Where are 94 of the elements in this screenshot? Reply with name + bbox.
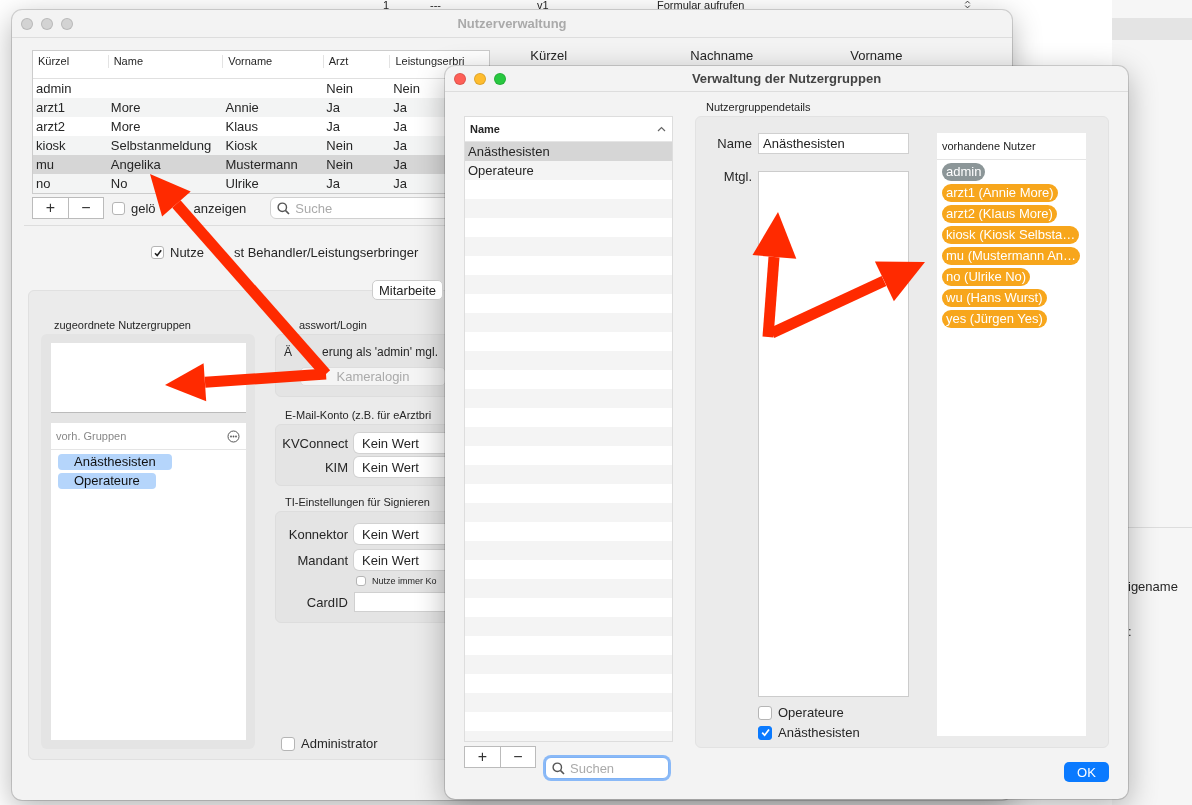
field-label: Mandant — [296, 552, 348, 568]
checkbox-label: Nutze immer Ko — [372, 576, 437, 586]
section-title: Nutzergruppendetails — [705, 101, 812, 113]
tab-button[interactable]: Mitarbeite — [372, 280, 444, 300]
section-title: E-Mail-Konto (z.B. für eArztbri — [284, 409, 433, 421]
table-row[interactable]: arzt1 More Annie Ja Ja — [33, 98, 445, 117]
members-list[interactable] — [758, 171, 909, 697]
table-cell-text: Ulrike — [224, 176, 260, 191]
table-cell-text: Ja — [392, 138, 408, 153]
list-header: vorhandene Nutzer — [942, 140, 1036, 152]
checkbox[interactable] — [281, 736, 295, 751]
section-title: TI-Einstellungen für Signieren — [284, 496, 431, 508]
column-header[interactable]: Kürzel — [33, 55, 108, 68]
group-tag[interactable]: Operateure — [58, 473, 156, 489]
ok-button[interactable]: OK — [1064, 762, 1109, 782]
window-controls-icon[interactable] — [21, 17, 73, 30]
list-header: vorh. Gruppen — [56, 430, 127, 442]
more-icon[interactable] — [227, 429, 240, 443]
table-cell-text: v1 — [537, 0, 550, 10]
column-header[interactable]: Vorname — [222, 55, 323, 68]
section-title: zugeordnete Nutzergruppen — [53, 319, 192, 331]
table-cell-text: Mustermann — [224, 157, 299, 172]
field-label: : — [1128, 624, 1133, 639]
checkbox-label: Operateure — [778, 705, 844, 720]
checkbox[interactable] — [356, 576, 366, 586]
table-cell-text: Ja — [325, 100, 341, 115]
table-cell-text: Ja — [325, 176, 341, 191]
checkbox-label: Anästhesisten — [778, 725, 860, 740]
table-cell-text: Klaus — [224, 119, 260, 134]
field-label: KIM — [323, 459, 348, 475]
search-icon — [552, 762, 565, 775]
table-cell-text: More — [109, 119, 142, 134]
table-cell-text: admin — [35, 81, 73, 96]
table-cell-text: arzt1 — [35, 100, 66, 115]
column-header[interactable]: Name — [107, 55, 223, 68]
name-field[interactable]: Anästhesisten — [758, 133, 909, 154]
column-header[interactable]: Arzt — [322, 55, 390, 68]
search-icon — [277, 202, 291, 215]
table-cell-text: Ja — [392, 157, 408, 172]
table-cell-text: Angelika — [109, 157, 162, 172]
table-row[interactable]: no No Ulrike Ja Ja — [33, 174, 445, 193]
table-cell-text: Kiosk — [224, 138, 259, 153]
table-cell-text: Ja — [325, 119, 341, 134]
assigned-groups-list[interactable] — [51, 343, 246, 413]
table-cell-text: kiosk — [35, 138, 67, 153]
checkmark-icon — [759, 727, 771, 738]
checkbox[interactable] — [758, 705, 772, 720]
field-label: CardID — [305, 594, 348, 610]
table-cell-text: Ja — [392, 100, 408, 115]
section-title: asswort/Login — [298, 319, 368, 331]
checkbox[interactable] — [112, 201, 125, 215]
field-label: erung als 'admin' mgl. — [322, 345, 438, 359]
field-label: Konnektor — [287, 526, 348, 542]
table-cell-text: Annie — [224, 100, 260, 115]
table-cell-text: Nein — [325, 157, 355, 172]
checkbox[interactable] — [758, 725, 772, 740]
table-cell-text: 1 — [383, 0, 391, 10]
table-row[interactable]: mu Angelika Mustermann Nein Ja — [33, 155, 445, 174]
list-item[interactable]: Anästhesisten — [465, 142, 672, 161]
checkmark-icon — [152, 247, 163, 258]
search-field[interactable]: Suchen — [545, 757, 669, 779]
table-cell-text: Ja — [392, 176, 408, 191]
window-controls-icon[interactable] — [454, 72, 506, 85]
table-cell-text: no — [35, 176, 52, 191]
column-label: igename — [1128, 579, 1179, 594]
checkbox[interactable] — [151, 246, 164, 259]
field-label: KVConnect — [281, 435, 348, 451]
table-cell-text: More — [109, 100, 142, 115]
field-label: Mtgl. — [722, 169, 752, 184]
table-cell-text: Nein — [325, 81, 355, 96]
checkbox-label: anzeigen — [193, 200, 247, 216]
table-cell-text: mu — [35, 157, 56, 172]
form-select[interactable]: Formular aufrufen — [655, 0, 975, 10]
table-cell-text: No — [109, 176, 129, 191]
table-cell-text: --- — [430, 0, 442, 10]
available-groups-list[interactable]: vorh. Gruppen Anästhesisten Operateure — [51, 423, 246, 740]
table-cell-text: Nein — [392, 81, 421, 96]
table-cell-text: Ja — [392, 119, 408, 134]
window-title: Nutzerverwaltung — [457, 16, 567, 31]
checkbox-label: gelö — [131, 200, 156, 216]
checkbox-label: st Behandler/Leistungserbringer — [233, 245, 419, 260]
table-cell-text: arzt2 — [35, 119, 66, 134]
chevron-up-down-icon — [964, 0, 971, 9]
group-tag[interactable]: Anästhesisten — [58, 454, 172, 470]
table-cell-text: Selbstanmeldung — [109, 138, 213, 153]
field-label: Ä — [284, 345, 292, 359]
field-label: Name — [716, 136, 752, 151]
table-cell-text: Nein — [325, 138, 355, 153]
window-title: Verwaltung der Nutzergruppen — [691, 71, 882, 86]
table-row[interactable]: kiosk Selbstanmeldung Kiosk Nein Ja — [33, 136, 445, 155]
chevron-up-icon — [657, 126, 666, 132]
checkbox-label: Administrator — [301, 736, 378, 751]
column-header[interactable]: Name — [470, 123, 500, 135]
checkbox-label: Nutze — [170, 245, 204, 260]
